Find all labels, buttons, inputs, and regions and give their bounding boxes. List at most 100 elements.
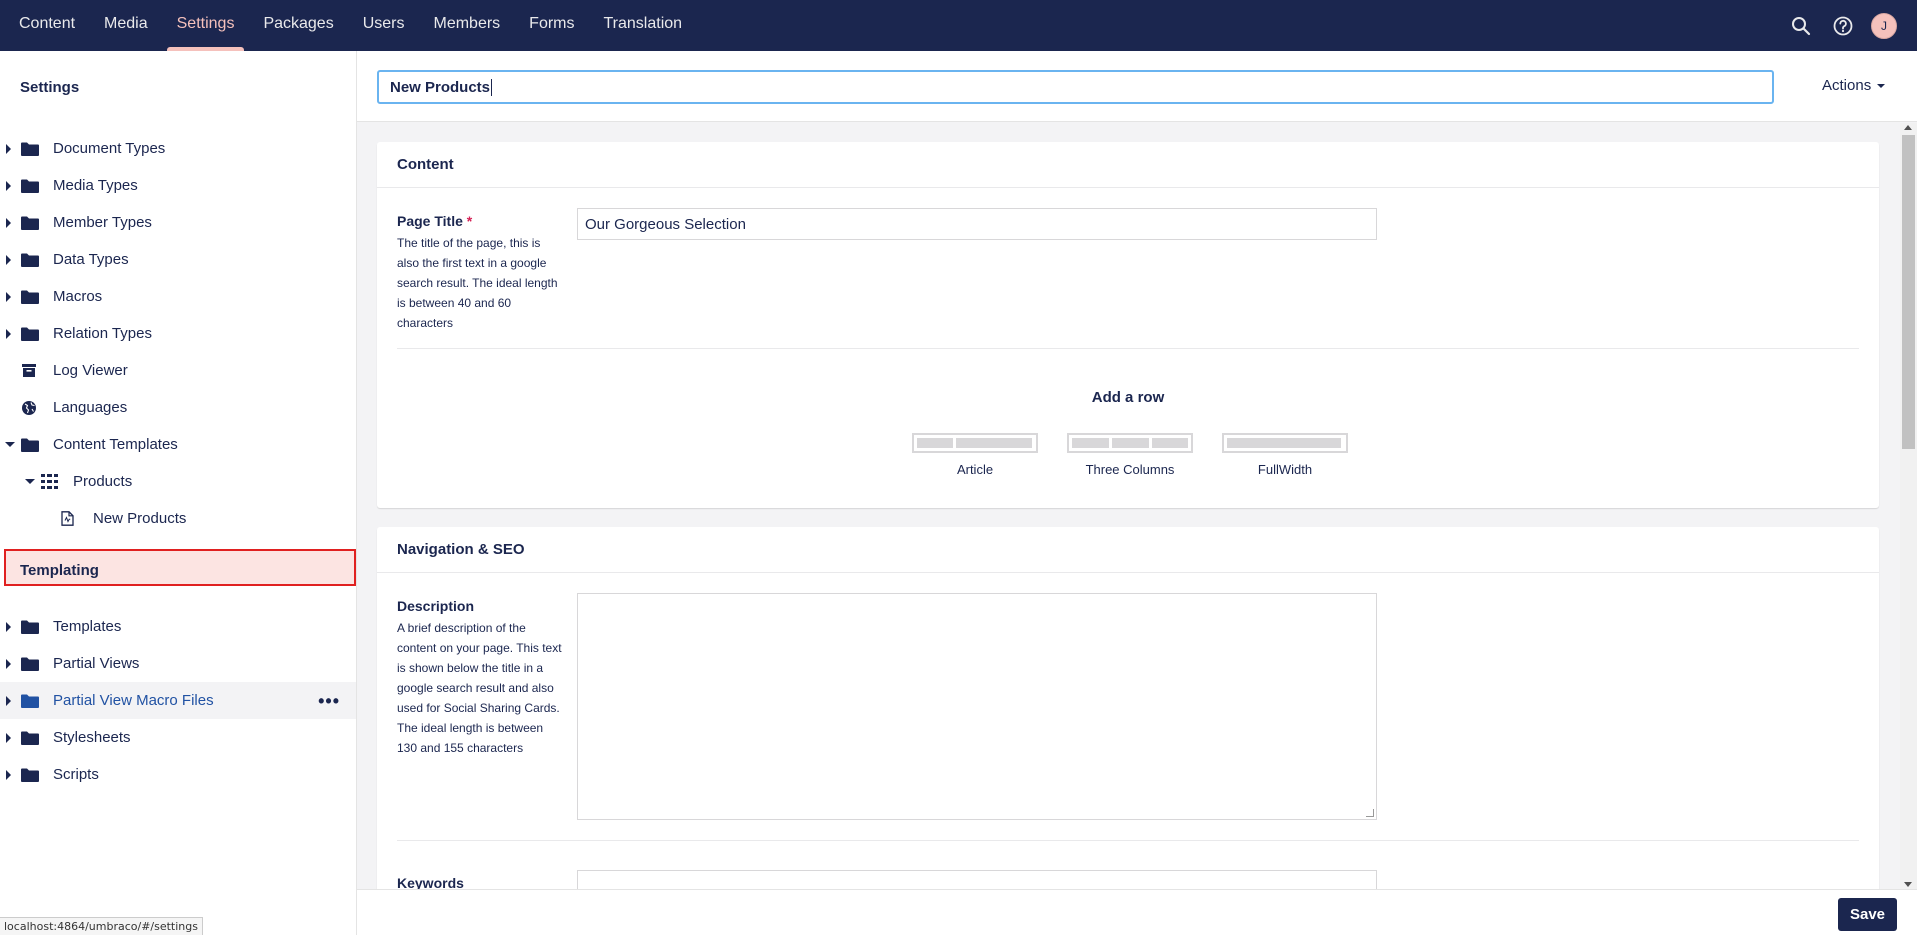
save-button[interactable]: Save: [1838, 898, 1897, 931]
page-title-description: The title of the page, this is also the …: [397, 236, 558, 330]
actions-button[interactable]: Actions: [1822, 77, 1886, 94]
name-input[interactable]: New Products: [377, 70, 1774, 104]
tree-item-label: Macros: [53, 288, 103, 305]
folder-icon: [21, 252, 39, 267]
layout-article[interactable]: Article: [912, 433, 1038, 477]
more-options-icon[interactable]: •••: [318, 691, 340, 712]
nav-settings[interactable]: Settings: [166, 0, 245, 51]
tree-item-member-types[interactable]: Member Types: [0, 204, 356, 241]
caret-right-icon[interactable]: [6, 733, 11, 743]
tree-item-label: New Products: [93, 510, 187, 527]
layout-fullwidth[interactable]: FullWidth: [1222, 433, 1348, 477]
caret-right-icon[interactable]: [6, 770, 11, 780]
tree-item-label: Templates: [53, 618, 122, 635]
tree-item-templates[interactable]: Templates: [0, 608, 356, 645]
tree-item-media-types[interactable]: Media Types: [0, 167, 356, 204]
tree-item-macros[interactable]: Macros: [0, 278, 356, 315]
content-panel: Content Page Title * The title of the pa…: [377, 142, 1879, 508]
caret-down-icon[interactable]: [25, 479, 35, 484]
tree-item-label: Partial View Macro Files: [53, 692, 214, 709]
folder-icon: [21, 619, 39, 634]
tree-item-data-types[interactable]: Data Types: [0, 241, 356, 278]
nav-users[interactable]: Users: [353, 0, 415, 48]
nav-content[interactable]: Content: [9, 0, 85, 48]
layout-three-columns[interactable]: Three Columns: [1067, 433, 1193, 477]
caret-right-icon[interactable]: [6, 255, 11, 265]
folder-icon: [21, 437, 39, 452]
text-cursor: [491, 78, 493, 96]
seo-panel: Navigation & SEO Description A brief des…: [377, 527, 1879, 897]
tree-item-relation-types[interactable]: Relation Types: [0, 315, 356, 352]
nav-packages[interactable]: Packages: [253, 0, 343, 48]
tree-item-scripts[interactable]: Scripts: [0, 756, 356, 793]
nav-media[interactable]: Media: [94, 0, 158, 48]
sidebar-tree: Settings Document Types Media Types Member…: [0, 51, 357, 935]
folder-icon: [21, 693, 39, 708]
caret-right-icon[interactable]: [6, 622, 11, 632]
tree-item-partial-view-macro-files[interactable]: Partial View Macro Files •••: [0, 682, 356, 719]
layout-three-columns-label: Three Columns: [1085, 462, 1175, 477]
folder-icon: [21, 289, 39, 304]
folder-icon: [21, 767, 39, 782]
nav-forms[interactable]: Forms: [519, 0, 584, 48]
tree-item-label: Products: [73, 473, 133, 490]
layout-article-preview: [912, 433, 1038, 453]
tree-item-label: Document Types: [53, 140, 166, 157]
nav-translation[interactable]: Translation: [594, 0, 693, 48]
scroll-down-icon[interactable]: [1904, 882, 1912, 887]
avatar[interactable]: J: [1871, 12, 1897, 39]
actions-label: Actions: [1822, 77, 1872, 94]
caret-right-icon[interactable]: [6, 292, 11, 302]
tree-item-products[interactable]: Products: [0, 463, 356, 500]
help-icon[interactable]: [1829, 12, 1857, 40]
caret-right-icon[interactable]: [6, 696, 11, 706]
folder-icon: [21, 178, 39, 193]
resize-handle[interactable]: [1366, 809, 1374, 817]
tree-item-document-types[interactable]: Document Types: [0, 130, 356, 167]
tree-item-new-products[interactable]: New Products: [0, 500, 356, 537]
editor-main: New Products Actions Content Page Title …: [357, 51, 1917, 935]
scrollbar-thumb[interactable]: [1902, 135, 1915, 449]
tree-item-label: Stylesheets: [53, 729, 131, 746]
layout-fullwidth-label: FullWidth: [1257, 462, 1313, 477]
tree-item-languages[interactable]: Languages: [0, 389, 356, 426]
status-url: localhost:4864/umbraco/#/settings: [0, 917, 203, 935]
caret-down-icon[interactable]: [5, 442, 15, 447]
main-nav: Content Media Settings Packages Users Me…: [0, 0, 701, 51]
folder-icon: [21, 141, 39, 156]
caret-right-icon[interactable]: [6, 144, 11, 154]
description-help: A brief description of the content on yo…: [397, 621, 562, 755]
page-title-input[interactable]: Our Gorgeous Selection: [577, 208, 1377, 240]
required-mark: *: [466, 213, 473, 229]
folder-icon: [21, 326, 39, 341]
tree-item-label: Partial Views: [53, 655, 140, 672]
top-bar: Content Media Settings Packages Users Me…: [0, 0, 1917, 51]
property-divider: [397, 840, 1859, 841]
tree-item-label: Data Types: [53, 251, 129, 268]
caret-right-icon[interactable]: [6, 329, 11, 339]
tree-item-label: Scripts: [53, 766, 99, 783]
layout-three-columns-preview: [1067, 433, 1193, 453]
nav-members[interactable]: Members: [423, 0, 510, 48]
editor-footer: [357, 889, 1917, 935]
caret-right-icon[interactable]: [6, 181, 11, 191]
scrollbar[interactable]: [1900, 123, 1917, 889]
tree-item-label: Media Types: [53, 177, 138, 194]
grid-icon: [41, 474, 59, 489]
tree-item-partial-views[interactable]: Partial Views: [0, 645, 356, 682]
tree-item-stylesheets[interactable]: Stylesheets: [0, 719, 356, 756]
property-divider: [397, 348, 1859, 349]
folder-icon: [21, 730, 39, 745]
caret-right-icon[interactable]: [6, 218, 11, 228]
tree-item-label: Content Templates: [53, 436, 178, 453]
folder-icon: [21, 215, 39, 230]
description-label: Description: [397, 598, 475, 614]
top-right-tools: J: [1787, 0, 1917, 51]
scroll-up-icon[interactable]: [1904, 125, 1912, 130]
tree-item-label: Log Viewer: [53, 362, 128, 379]
description-textarea[interactable]: [577, 593, 1377, 820]
caret-right-icon[interactable]: [6, 659, 11, 669]
tree-item-content-templates[interactable]: Content Templates: [0, 426, 356, 463]
tree-item-log-viewer[interactable]: Log Viewer: [0, 352, 356, 389]
search-icon[interactable]: [1787, 12, 1815, 40]
